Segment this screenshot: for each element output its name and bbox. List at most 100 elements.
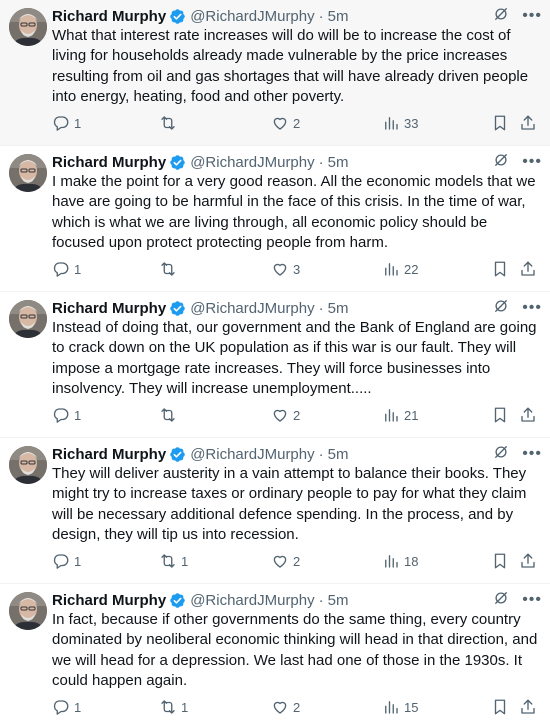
verified-badge-icon — [169, 446, 186, 463]
avatar[interactable] — [9, 592, 47, 630]
views-button[interactable]: 18 — [382, 551, 418, 571]
author-name[interactable]: Richard Murphy — [52, 592, 166, 609]
verified-badge-icon — [169, 300, 186, 317]
retweet-icon — [161, 408, 175, 422]
tweet[interactable]: Richard Murphy @RichardJMurphy · 5m ••• … — [0, 146, 550, 292]
tweet[interactable]: Richard Murphy @RichardJMurphy · 5m ••• … — [0, 292, 550, 438]
tweet-header: Richard Murphy @RichardJMurphy · 5m ••• — [52, 298, 542, 318]
retweet-button[interactable] — [159, 405, 181, 425]
views-button[interactable]: 15 — [382, 697, 418, 717]
heart-icon — [273, 409, 287, 422]
bookmark-button[interactable] — [491, 697, 509, 717]
tweet[interactable]: Richard Murphy @RichardJMurphy · 5m ••• … — [0, 0, 550, 146]
tweet-header: Richard Murphy @RichardJMurphy · 5m ••• — [52, 590, 542, 610]
share-button[interactable] — [519, 113, 537, 133]
bookmark-icon — [494, 553, 506, 569]
bookmark-button[interactable] — [491, 113, 509, 133]
more-icon[interactable]: ••• — [522, 300, 542, 316]
views-button[interactable]: 33 — [382, 113, 418, 133]
avatar[interactable] — [9, 300, 47, 338]
view-count: 21 — [404, 407, 419, 423]
reply-button[interactable]: 1 — [52, 113, 81, 133]
bookmark-button[interactable] — [491, 259, 509, 279]
tweet-actions: 1 2 33 — [52, 113, 540, 133]
like-button[interactable]: 3 — [271, 259, 300, 279]
avatar[interactable] — [9, 154, 47, 192]
more-icon[interactable]: ••• — [522, 446, 542, 462]
retweet-button[interactable]: 1 — [159, 697, 188, 717]
like-button[interactable]: 2 — [271, 697, 300, 717]
author-handle[interactable]: @RichardJMurphy — [190, 154, 314, 171]
grok-icon[interactable] — [492, 443, 510, 465]
like-count: 2 — [293, 699, 301, 715]
bookmark-button[interactable] — [491, 405, 509, 425]
share-icon — [521, 553, 535, 568]
grok-icon[interactable] — [492, 297, 510, 319]
author-name[interactable]: Richard Murphy — [52, 300, 166, 317]
view-count: 18 — [404, 553, 419, 569]
separator-dot: · — [318, 445, 324, 463]
share-button[interactable] — [519, 405, 537, 425]
author-name[interactable]: Richard Murphy — [52, 8, 166, 25]
separator-dot: · — [318, 299, 324, 317]
view-count: 15 — [404, 699, 419, 715]
tweet[interactable]: Richard Murphy @RichardJMurphy · 5m ••• … — [0, 584, 550, 721]
tweet-timestamp[interactable]: 5m — [328, 300, 349, 317]
retweet-icon — [161, 700, 175, 714]
author-handle[interactable]: @RichardJMurphy — [190, 300, 314, 317]
author-handle[interactable]: @RichardJMurphy — [190, 446, 314, 463]
verified-badge-icon — [169, 8, 186, 25]
like-button[interactable]: 2 — [271, 551, 300, 571]
separator-dot: · — [318, 591, 324, 609]
author-name[interactable]: Richard Murphy — [52, 446, 166, 463]
author-name[interactable]: Richard Murphy — [52, 154, 166, 171]
reply-count: 1 — [74, 115, 82, 131]
more-icon[interactable]: ••• — [522, 592, 542, 608]
more-icon[interactable]: ••• — [522, 8, 542, 24]
grok-icon[interactable] — [492, 151, 510, 173]
reply-count: 1 — [74, 553, 82, 569]
views-icon — [385, 263, 398, 276]
share-button[interactable] — [519, 551, 537, 571]
like-count: 3 — [293, 261, 301, 277]
reply-count: 1 — [74, 261, 82, 277]
author-handle[interactable]: @RichardJMurphy — [190, 592, 314, 609]
retweet-icon — [161, 262, 175, 276]
views-button[interactable]: 21 — [382, 405, 418, 425]
more-icon[interactable]: ••• — [522, 154, 542, 170]
tweet-text: What that interest rate increases will d… — [52, 27, 529, 105]
reply-button[interactable]: 1 — [52, 551, 81, 571]
share-button[interactable] — [519, 697, 537, 717]
author-handle[interactable]: @RichardJMurphy — [190, 8, 314, 25]
grok-icon[interactable] — [492, 5, 510, 27]
avatar[interactable] — [9, 446, 47, 484]
tweet-timestamp[interactable]: 5m — [328, 8, 349, 25]
bookmark-button[interactable] — [491, 551, 509, 571]
share-icon — [521, 261, 535, 276]
bookmark-icon — [494, 699, 506, 715]
reply-count: 1 — [74, 407, 82, 423]
share-icon — [521, 407, 535, 422]
like-button[interactable]: 2 — [271, 405, 300, 425]
tweet-timestamp[interactable]: 5m — [328, 592, 349, 609]
grok-icon[interactable] — [492, 589, 510, 611]
bookmark-icon — [494, 261, 506, 277]
tweet-actions: 1 2 21 — [52, 405, 540, 425]
heart-icon — [273, 555, 287, 568]
tweet[interactable]: Richard Murphy @RichardJMurphy · 5m ••• … — [0, 438, 550, 584]
reply-button[interactable]: 1 — [52, 697, 81, 717]
tweet-timestamp[interactable]: 5m — [328, 446, 349, 463]
retweet-button[interactable] — [159, 113, 181, 133]
tweet-timestamp[interactable]: 5m — [328, 154, 349, 171]
bookmark-icon — [494, 115, 506, 131]
avatar[interactable] — [9, 8, 47, 46]
separator-dot: · — [318, 7, 324, 25]
share-button[interactable] — [519, 259, 537, 279]
tweet-text: Instead of doing that, our government an… — [52, 319, 537, 397]
reply-button[interactable]: 1 — [52, 259, 81, 279]
reply-button[interactable]: 1 — [52, 405, 81, 425]
retweet-button[interactable]: 1 — [159, 551, 188, 571]
retweet-button[interactable] — [159, 259, 181, 279]
views-button[interactable]: 22 — [382, 259, 418, 279]
like-button[interactable]: 2 — [271, 113, 300, 133]
